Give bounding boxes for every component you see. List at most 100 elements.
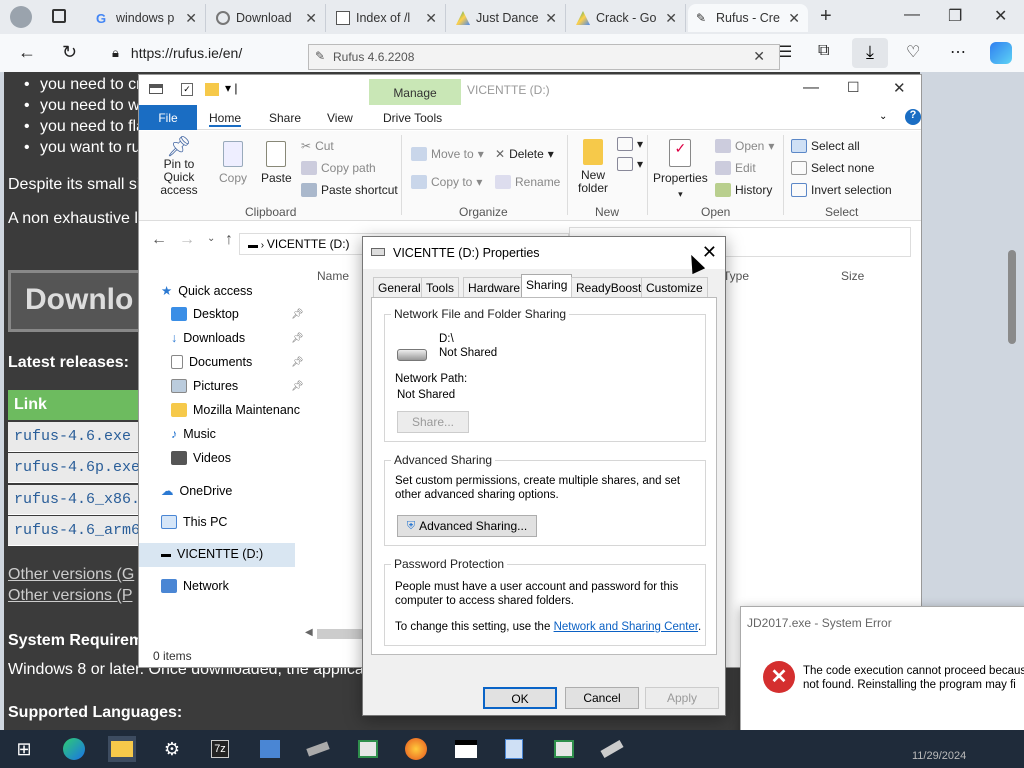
browser-tab[interactable]: Index of /l ✕ xyxy=(328,4,446,32)
close-icon[interactable]: ✕ xyxy=(753,48,765,65)
close-tab-icon[interactable]: ✕ xyxy=(425,10,437,27)
folder-quick-icon[interactable] xyxy=(205,83,219,96)
collections-icon[interactable]: ⧉ xyxy=(818,42,829,60)
open-button[interactable]: Open ▾ xyxy=(715,139,774,153)
nav-item-videos[interactable]: Videos xyxy=(171,451,231,465)
paste-button[interactable]: Paste xyxy=(261,141,292,185)
tab-home[interactable]: Home xyxy=(209,111,242,127)
delete-button[interactable]: ✕ Delete ▾ xyxy=(495,147,554,161)
nav-item-documents[interactable]: Documents 📌︎ xyxy=(171,355,304,369)
media-taskbar-button[interactable] xyxy=(452,736,480,762)
browser-tab-active[interactable]: ✎ Rufus - Cre ✕ xyxy=(688,4,808,32)
close-tab-icon[interactable]: ✕ xyxy=(305,10,317,27)
column-header-name[interactable]: Name xyxy=(317,269,349,283)
explorer-taskbar-button[interactable] xyxy=(108,736,136,762)
tab-readyboost[interactable]: ReadyBoost xyxy=(571,277,647,297)
clock[interactable]: 11/29/2024 xyxy=(912,750,966,762)
firefox-taskbar-button[interactable] xyxy=(402,736,430,762)
horizontal-scrollbar[interactable] xyxy=(317,629,367,639)
minimize-icon[interactable]: — xyxy=(904,6,920,24)
tab-tools[interactable]: Tools xyxy=(421,277,460,297)
new-folder-button[interactable]: New folder xyxy=(575,139,611,195)
close-icon[interactable]: ✕ xyxy=(702,242,717,263)
close-tab-icon[interactable]: ✕ xyxy=(665,10,677,27)
help-icon[interactable]: ? xyxy=(905,109,921,125)
tab-general[interactable]: General xyxy=(373,277,426,297)
close-tab-icon[interactable]: ✕ xyxy=(545,10,557,27)
tab-hardware[interactable]: Hardware xyxy=(463,277,526,297)
more-icon[interactable]: ⋯ xyxy=(950,42,966,62)
close-icon[interactable]: ✕ xyxy=(893,79,906,97)
tab-view[interactable]: View xyxy=(327,111,353,125)
refresh-icon[interactable]: ↻ xyxy=(62,42,77,63)
close-window-icon[interactable]: ✕ xyxy=(994,6,1007,26)
rufus-window[interactable]: ✎ Rufus 4.6.2208 ✕ xyxy=(308,44,780,70)
usb-taskbar-button[interactable] xyxy=(304,736,332,762)
new-item-button[interactable]: ▾ xyxy=(617,137,643,151)
app2-taskbar-button[interactable] xyxy=(500,736,528,762)
browser-tab[interactable]: Download ✕ xyxy=(208,4,326,32)
restore-icon[interactable]: ❐ xyxy=(948,6,962,26)
profile-avatar-icon[interactable] xyxy=(10,6,32,28)
ok-button[interactable]: OK xyxy=(483,687,557,709)
app3-taskbar-button[interactable] xyxy=(550,736,578,762)
recent-locations-icon[interactable]: ⌄ xyxy=(207,233,215,244)
tab-customize[interactable]: Customize xyxy=(641,277,708,297)
column-header-type[interactable]: Type xyxy=(723,269,749,283)
move-to-button[interactable]: Move to ▾ xyxy=(411,147,484,161)
network-sharing-center-link[interactable]: Network and Sharing Center xyxy=(554,621,698,633)
expand-ribbon-icon[interactable]: ⌄ xyxy=(879,111,887,122)
url-field[interactable]: 🔒︎ https://rufus.ie/en/ xyxy=(112,40,312,66)
nav-item-onedrive[interactable]: ☁ OneDrive xyxy=(161,483,232,499)
edit-button[interactable]: Edit xyxy=(715,161,756,175)
customize-quick-access-icon[interactable]: ▾ | xyxy=(225,81,237,95)
browser-tab[interactable]: G windows p ✕ xyxy=(88,4,206,32)
close-tab-icon[interactable]: ✕ xyxy=(185,10,197,27)
invert-selection-button[interactable]: Invert selection xyxy=(791,183,892,197)
select-all-button[interactable]: Select all xyxy=(791,139,860,153)
network-app-taskbar-button[interactable] xyxy=(256,736,284,762)
history-button[interactable]: History xyxy=(715,183,772,197)
copy-path-button[interactable]: Copy path xyxy=(301,161,376,175)
other-versions-link[interactable]: Other versions (P xyxy=(8,587,132,605)
properties-quick-icon[interactable]: ✓ xyxy=(181,83,193,96)
cut-button[interactable]: ✂ Cut xyxy=(301,139,334,153)
7zip-taskbar-button[interactable]: 7z xyxy=(206,736,234,762)
favorites-icon[interactable]: ☰ xyxy=(778,42,792,62)
heart-icon[interactable]: ♡ xyxy=(906,42,920,62)
nav-item-downloads[interactable]: ↓ Downloads 📌︎ xyxy=(171,331,304,345)
nav-item-this-pc[interactable]: This PC xyxy=(161,515,227,529)
nav-item-music[interactable]: ♪ Music xyxy=(171,427,216,441)
start-button[interactable]: ⊞ xyxy=(10,736,38,762)
close-tab-icon[interactable]: ✕ xyxy=(788,10,800,27)
settings-taskbar-button[interactable]: ⚙ xyxy=(158,736,186,762)
tab-share[interactable]: Share xyxy=(269,111,301,125)
back-icon[interactable]: ← xyxy=(151,231,167,249)
back-icon[interactable]: ← xyxy=(18,42,36,63)
cancel-button[interactable]: Cancel xyxy=(565,687,639,709)
copy-to-button[interactable]: Copy to ▾ xyxy=(411,175,482,189)
nav-item-quick-access[interactable]: ★ Quick access xyxy=(161,283,253,299)
scroll-left-icon[interactable]: ◀ xyxy=(305,627,313,638)
nav-item-mozilla[interactable]: Mozilla Maintenanc xyxy=(171,403,300,417)
up-icon[interactable]: ↑ xyxy=(225,231,233,249)
advanced-sharing-button[interactable]: ⛨ Advanced Sharing... xyxy=(397,515,537,537)
new-tab-icon[interactable]: + xyxy=(820,5,832,28)
forward-icon[interactable]: → xyxy=(179,231,195,249)
browser-tab[interactable]: Just Dance ✕ xyxy=(448,4,566,32)
page-scrollbar[interactable] xyxy=(1008,250,1016,344)
rename-button[interactable]: Rename xyxy=(495,175,560,189)
tab-sharing[interactable]: Sharing xyxy=(521,274,573,298)
tab-actions-icon[interactable] xyxy=(52,9,66,23)
nav-item-pictures[interactable]: Pictures 📌︎ xyxy=(171,379,304,393)
browser-tab[interactable]: Crack - Go ✕ xyxy=(568,4,686,32)
nav-item-drive-d[interactable]: ▬ VICENTTE (D:) xyxy=(161,547,263,561)
edge-taskbar-button[interactable] xyxy=(60,736,88,762)
paste-shortcut-button[interactable]: Paste shortcut xyxy=(301,183,398,197)
copy-button[interactable]: Copy xyxy=(219,141,247,185)
manage-tab[interactable]: Manage xyxy=(369,79,461,105)
nav-item-desktop[interactable]: Desktop 📌︎ xyxy=(171,307,304,321)
pin-quick-access-button[interactable]: 📌︎ Pin to Quick access xyxy=(147,137,211,197)
app-taskbar-button[interactable] xyxy=(354,736,382,762)
nav-item-network[interactable]: Network xyxy=(161,579,229,593)
